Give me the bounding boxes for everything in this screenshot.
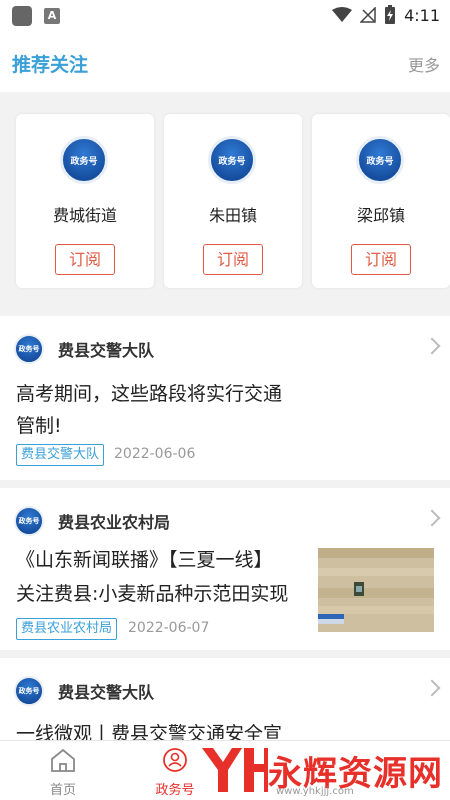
- gov-account-logo: 政务号: [356, 136, 404, 184]
- news-thumbnail[interactable]: [318, 548, 434, 632]
- feed-date: 2022-06-07: [128, 620, 210, 636]
- recommend-card[interactable]: 政务号 朱田镇 订阅: [164, 114, 302, 288]
- feed-source[interactable]: 费县交警大队: [58, 679, 154, 703]
- more-link[interactable]: 更多: [408, 52, 440, 76]
- subscribe-button[interactable]: 订阅: [55, 244, 115, 275]
- watermark-logo: [202, 748, 268, 792]
- feed-item[interactable]: 政务号 费县农业农村局 《山东新闻联播》【三夏一线】 关注费县:小麦新品种示范田…: [0, 488, 450, 650]
- wifi-icon: [332, 7, 353, 22]
- source-logo: 政务号: [14, 334, 44, 364]
- card-name: 朱田镇: [208, 206, 257, 225]
- nav-label: 首页: [49, 783, 76, 798]
- recommend-card[interactable]: 政务号 梁邱镇 订阅: [312, 114, 450, 288]
- section-title: 推荐关注: [12, 54, 89, 76]
- source-tag: 费县交警大队: [16, 444, 105, 466]
- app-notification-icon: [12, 6, 32, 26]
- subscribe-button[interactable]: 订阅: [351, 244, 411, 275]
- watermark: 永辉资源网 www.yhkjjj.com: [198, 744, 443, 797]
- nav-home[interactable]: 首页: [18, 747, 108, 798]
- status-bar: A 4:11: [0, 0, 450, 32]
- chevron-right-icon[interactable]: [423, 679, 441, 697]
- chevron-right-icon[interactable]: [423, 337, 441, 355]
- feed-item[interactable]: 政务号 费县交警大队 高考期间，这些路段将实行交通 管制! 费县交警大队 202…: [0, 316, 450, 480]
- card-name: 费城街道: [52, 206, 117, 225]
- recommend-cards: 政务号 费城街道 订阅 政务号 朱田镇 订阅 政务号 梁邱镇 订阅: [0, 92, 450, 314]
- gov-account-logo: 政务号: [60, 136, 108, 184]
- home-icon: [51, 748, 75, 772]
- feed-title-line[interactable]: 管制!: [16, 410, 62, 442]
- feed-title-line[interactable]: 《山东新闻联播》【三夏一线】: [16, 544, 273, 576]
- feed-title-line[interactable]: 高考期间，这些路段将实行交通: [16, 378, 282, 410]
- feed-title-line[interactable]: 关注费县:小麦新品种示范田实现: [16, 578, 288, 610]
- source-logo: 政务号: [14, 506, 44, 536]
- recommend-card[interactable]: 政务号 费城街道 订阅: [16, 114, 154, 288]
- no-signal-icon: [360, 7, 376, 23]
- feed-source[interactable]: 费县交警大队: [58, 337, 154, 361]
- battery-charging-icon: [385, 5, 396, 24]
- text-notification-icon: A: [44, 8, 60, 24]
- status-time: 4:11: [404, 5, 440, 25]
- card-name: 梁邱镇: [356, 206, 405, 225]
- source-tag: 费县农业农村局: [16, 618, 118, 640]
- feed-title-line[interactable]: 一线微观丨费县交警交通安全宣: [16, 718, 282, 740]
- chevron-right-icon[interactable]: [423, 509, 441, 527]
- feed-item[interactable]: 政务号 费县交警大队 一线微观丨费县交警交通安全宣: [0, 658, 450, 740]
- source-logo: 政务号: [14, 676, 44, 706]
- feed-source[interactable]: 费县农业农村局: [58, 509, 170, 533]
- subscribe-button[interactable]: 订阅: [203, 244, 263, 275]
- feed-date: 2022-06-06: [114, 446, 196, 462]
- header: 推荐关注 更多: [0, 32, 450, 92]
- watermark-url: www.yhkjjj.com: [276, 786, 354, 797]
- gov-account-logo: 政务号: [208, 136, 256, 184]
- gov-account-icon: [163, 748, 187, 772]
